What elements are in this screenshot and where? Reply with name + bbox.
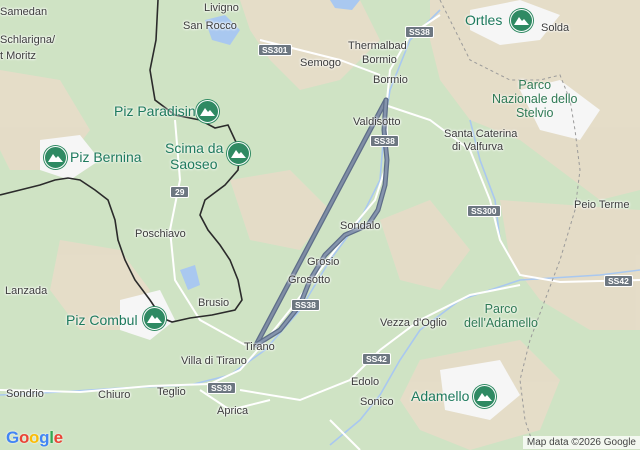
map-view[interactable]: SS301 SS38 SS38 SS38 29 SS300 SS42 SS42 … [0, 0, 640, 450]
road-shield-ss38-mid: SS38 [370, 135, 399, 147]
mountain-pin-icon[interactable] [143, 307, 166, 330]
mountain-pin-icon[interactable] [196, 100, 219, 123]
peak-piz-paradisin[interactable]: Piz Paradisin [114, 104, 196, 119]
park-stelvio[interactable]: Parco Nazionale dello Stelvio [492, 78, 577, 120]
place-semogo[interactable]: Semogo [300, 57, 341, 70]
place-bormio-thermal[interactable]: Bormio [362, 54, 397, 67]
road-shield-ss39: SS39 [207, 382, 236, 394]
road-shield-ss38-low: SS38 [291, 299, 320, 311]
google-logo-letter: g [39, 428, 50, 447]
google-logo[interactable]: Google [6, 428, 63, 448]
mountain-pin-icon[interactable] [510, 9, 533, 32]
park-adamello-line2: dell'Adamello [464, 316, 538, 330]
peak-scima-line1[interactable]: Scima da [165, 141, 223, 156]
google-logo-letter: o [29, 428, 40, 447]
place-tirano[interactable]: Tirano [244, 341, 275, 354]
place-st-moritz[interactable]: t Moritz [0, 50, 36, 63]
place-santa-caterina[interactable]: Santa Caterina [444, 128, 517, 141]
place-brusio[interactable]: Brusio [198, 297, 229, 310]
place-poschiavo[interactable]: Poschiavo [135, 228, 186, 241]
park-stelvio-line2: Nazionale dello [492, 92, 578, 106]
google-logo-letter: e [53, 428, 63, 447]
google-logo-letter: G [6, 428, 19, 447]
place-livigno[interactable]: Livigno [204, 2, 239, 15]
place-san-rocco[interactable]: San Rocco [183, 20, 237, 33]
place-lanzada[interactable]: Lanzada [5, 285, 47, 298]
park-stelvio-line1: Parco [518, 78, 552, 92]
map-attribution[interactable]: Map data ©2026 Google [522, 436, 640, 449]
peak-piz-combul[interactable]: Piz Combul [66, 313, 138, 328]
place-grosotto[interactable]: Grosotto [288, 274, 330, 287]
place-peio-terme[interactable]: Peio Terme [574, 199, 629, 212]
place-bormio[interactable]: Bormio [373, 74, 408, 87]
peak-scima-line2[interactable]: Saoseo [170, 157, 217, 172]
peak-piz-bernina[interactable]: Piz Bernina [70, 150, 142, 165]
park-adamello[interactable]: Parco dell'Adamello [464, 302, 538, 330]
place-schlarigna[interactable]: Schlarigna/ [0, 34, 55, 47]
road-shield-ss42-right: SS42 [604, 275, 633, 287]
place-edolo[interactable]: Edolo [351, 376, 379, 389]
place-sondalo[interactable]: Sondalo [340, 220, 380, 233]
mountain-pin-icon[interactable] [227, 142, 250, 165]
mountain-pin-icon[interactable] [473, 385, 496, 408]
place-villa-di-tirano[interactable]: Villa di Tirano [181, 355, 247, 368]
peak-adamello[interactable]: Adamello [411, 389, 469, 404]
place-teglio[interactable]: Teglio [157, 386, 186, 399]
place-valdisotto[interactable]: Valdisotto [353, 116, 401, 129]
place-solda[interactable]: Solda [541, 22, 569, 35]
place-thermalbad[interactable]: Thermalbad [348, 40, 407, 53]
park-adamello-line1: Parco [484, 302, 518, 316]
place-sonico[interactable]: Sonico [360, 396, 394, 409]
place-aprica[interactable]: Aprica [217, 405, 248, 418]
road-shield-29: 29 [170, 186, 190, 198]
place-samedan[interactable]: Samedan [0, 6, 47, 19]
road-shield-ss42-mid: SS42 [362, 353, 391, 365]
mountain-pin-icon[interactable] [44, 146, 67, 169]
place-valfurva[interactable]: di Valfurva [452, 141, 503, 154]
peak-ortles[interactable]: Ortles [465, 13, 502, 28]
place-vezza[interactable]: Vezza d'Oglio [380, 317, 447, 330]
google-logo-letter: o [18, 428, 30, 447]
place-grosio[interactable]: Grosio [307, 256, 339, 269]
road-shield-ss301: SS301 [258, 44, 292, 56]
place-sondrio[interactable]: Sondrio [6, 388, 44, 401]
road-shield-ss300: SS300 [467, 205, 501, 217]
place-chiuro[interactable]: Chiuro [98, 389, 130, 402]
road-shield-ss38-top: SS38 [405, 26, 434, 38]
park-stelvio-line3: Stelvio [515, 106, 554, 120]
